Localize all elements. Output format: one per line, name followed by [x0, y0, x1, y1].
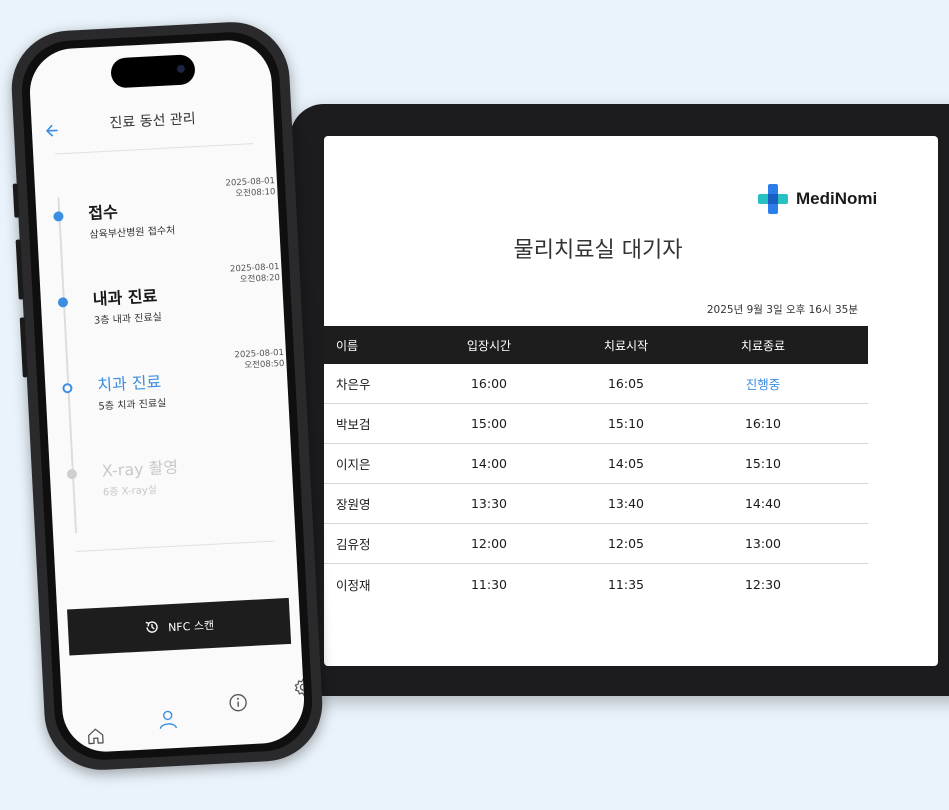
table-row: 차은우 16:00 16:05 진행중	[324, 364, 868, 404]
phone-volume-up-button	[15, 239, 24, 300]
medical-cross-logo-icon	[756, 182, 790, 216]
step-title: 접수	[87, 202, 119, 223]
phone-screen: 진료 동선 관리 접수 삼육부산병원 접수처 2025-08-01 오전08:10…	[27, 38, 307, 754]
cell-start: 15:10	[607, 416, 645, 431]
phone-volume-down-button	[19, 317, 28, 378]
phone-bezel: 진료 동선 관리 접수 삼육부산병원 접수처 2025-08-01 오전08:10…	[19, 29, 315, 763]
cell-start: 12:05	[607, 536, 645, 551]
tablet-screen: MediNomi 물리치료실 대기자 2025년 9월 3일 오후 16시 35…	[324, 136, 938, 666]
screen-title: 진료 동선 관리	[109, 111, 197, 132]
col-enter: 입장시간	[466, 338, 512, 353]
cell-enter: 15:00	[470, 416, 508, 431]
step-dot-done	[57, 297, 69, 308]
cell-end: 16:10	[744, 416, 782, 431]
step-location: 5층 치과 진료실	[98, 398, 167, 413]
cell-start: 16:05	[607, 376, 645, 391]
bottom-nav	[61, 677, 307, 752]
board-datetime: 2025년 9월 3일 오후 16시 35분	[706, 304, 858, 316]
cell-enter: 12:00	[470, 536, 508, 551]
cell-start: 14:05	[607, 456, 645, 471]
brand-name: MediNomi	[796, 189, 878, 208]
step-location: 6층 X-ray실	[102, 484, 158, 499]
cell-enter: 11:30	[470, 576, 508, 592]
col-end: 치료종료	[740, 338, 786, 353]
brand: MediNomi	[756, 182, 877, 216]
timeline-step-dental[interactable]: 치과 진료 5층 치과 진료실 2025-08-01 오전08:50	[45, 348, 293, 413]
info-icon[interactable]	[228, 692, 249, 717]
cell-end: 12:30	[744, 576, 782, 592]
timeline-step-xray[interactable]: X-ray 촬영 6층 X-ray실	[49, 447, 297, 498]
waiting-table: 이름 입장시간 치료시작 치료종료 차은우 16:00 16:05 진행중 박보…	[324, 326, 868, 604]
cell-enter: 13:30	[470, 496, 508, 511]
step-title: 내과 진료	[92, 286, 158, 309]
step-title: 치과 진료	[96, 372, 162, 395]
table-row: 김유정 12:00 12:05 13:00	[324, 524, 868, 564]
nfc-scan-label: NFC 스캔	[167, 618, 215, 635]
cell-start: 11:35	[607, 576, 645, 592]
phone-wrapper: 진료 동선 관리 접수 삼육부산병원 접수처 2025-08-01 오전08:10…	[0, 0, 390, 810]
settings-icon[interactable]	[293, 677, 307, 702]
cell-end: 13:00	[744, 536, 782, 551]
step-dot-current	[62, 382, 73, 394]
timeline-step-internal[interactable]: 내과 진료 3층 내과 진료실 2025-08-01 오전08:20	[40, 262, 288, 327]
table-header: 이름 입장시간 치료시작 치료종료	[324, 326, 868, 364]
table-row: 이정재 11:30 11:35 12:30	[324, 564, 868, 604]
cell-start: 13:40	[607, 496, 645, 511]
dynamic-island	[110, 54, 196, 89]
col-start: 치료시작	[603, 338, 649, 353]
step-dot-done	[53, 211, 64, 222]
step-dot-pending	[66, 468, 78, 480]
board-title: 물리치료실 대기자	[513, 238, 683, 263]
nfc-scan-button[interactable]: NFC 스캔	[67, 597, 292, 656]
step-timestamp: 2025-08-01 오전08:20	[229, 261, 281, 286]
home-icon[interactable]	[85, 726, 106, 751]
table-row: 박보검 15:00 15:10 16:10	[324, 404, 868, 444]
step-location: 3층 내과 진료실	[93, 312, 163, 327]
table-row: 장원영 13:30 13:40 14:40	[324, 484, 868, 524]
step-location: 삼육부산병원 접수처	[89, 225, 176, 241]
cell-end: 14:40	[744, 496, 782, 511]
cell-enter: 16:00	[470, 376, 508, 391]
phone-action-button	[12, 183, 20, 218]
history-icon	[144, 618, 161, 638]
phone-device: 진료 동선 관리 접수 삼육부산병원 접수처 2025-08-01 오전08:10…	[8, 19, 326, 773]
timeline-line	[57, 197, 78, 534]
cell-end-status: 진행중	[745, 377, 781, 392]
cell-enter: 14:00	[470, 456, 508, 471]
divider	[75, 540, 274, 552]
timeline-step-reception[interactable]: 접수 삼육부산병원 접수처 2025-08-01 오전08:10	[36, 176, 284, 241]
divider	[55, 143, 253, 155]
step-title: X-ray 촬영	[101, 457, 179, 481]
cell-end: 15:10	[744, 456, 782, 471]
step-timestamp: 2025-08-01 오전08:10	[225, 176, 276, 200]
step-timestamp: 2025-08-01 오전08:50	[234, 347, 285, 371]
user-icon[interactable]	[156, 708, 179, 735]
table-row: 이지은 14:00 14:05 15:10	[324, 444, 868, 484]
